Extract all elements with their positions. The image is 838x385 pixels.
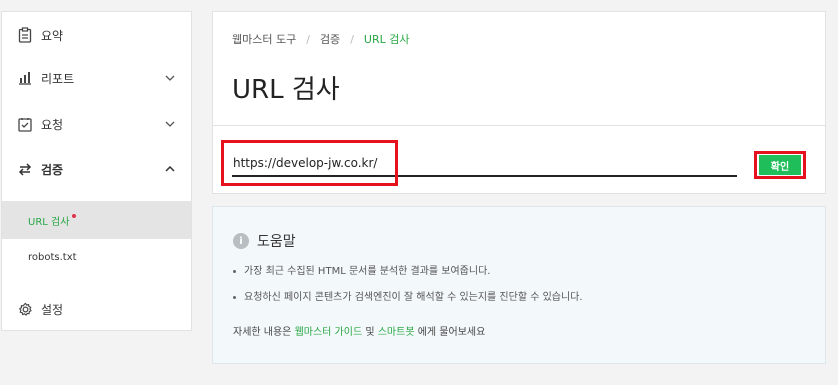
help-list: 가장 최근 수집된 HTML 문서를 분석한 결과를 보여줍니다. 요청하신 페… (233, 265, 583, 317)
help-list-item-text: 요청하신 페이지 콘텐츠가 검색엔진이 잘 해석할 수 있는지를 진단할 수 있… (244, 292, 583, 303)
help-footer-pre: 자세한 내용은 (233, 327, 295, 338)
sidebar-item-label: 검증 (41, 162, 64, 177)
sidebar-item-settings[interactable]: 설정 (2, 290, 191, 328)
sidebar-subitem-label: URL 검사 (28, 216, 70, 228)
sidebar-item-label: 요청 (41, 117, 64, 132)
chevron-down-icon (163, 71, 177, 85)
sidebar: 요약 리포트 요청 검증 URL 검사 robots.txt 설정 (1, 11, 192, 331)
sidebar-subitem-label: robots.txt (28, 251, 77, 263)
help-title: i 도움말 (233, 231, 296, 251)
bar-chart-icon (17, 70, 33, 86)
url-input-panel (212, 126, 826, 194)
sidebar-item-summary[interactable]: 요약 (2, 16, 191, 54)
sidebar-subitem-robots[interactable]: robots.txt (2, 238, 191, 276)
page-title: URL 검사 (232, 75, 340, 105)
chevron-up-icon (163, 162, 177, 176)
sidebar-subitem-url-inspect[interactable]: URL 검사 (2, 201, 191, 239)
chevron-down-icon (163, 117, 177, 131)
help-footer-mid: 및 (362, 327, 378, 338)
breadcrumb: 웹마스터 도구 / 검증 / URL 검사 (232, 31, 409, 47)
checkbox-icon (17, 116, 33, 132)
breadcrumb-separator: / (350, 32, 354, 46)
page-header: 웹마스터 도구 / 검증 / URL 검사 URL 검사 (212, 11, 826, 126)
url-input[interactable] (232, 151, 737, 177)
breadcrumb-item-current: URL 검사 (363, 33, 410, 46)
sidebar-item-label: 요약 (41, 28, 64, 43)
breadcrumb-item-verify[interactable]: 검증 (320, 31, 340, 47)
help-list-item-text: 가장 최근 수집된 HTML 문서를 분석한 결과를 보여줍니다. (244, 266, 491, 277)
breadcrumb-separator: / (306, 32, 310, 46)
bullet-dot (233, 296, 236, 299)
bullet-dot (233, 270, 236, 273)
sync-arrows-icon (17, 161, 33, 177)
help-footer: 자세한 내용은 웹마스터 가이드 및 스마트봇 에게 물어보세요 (233, 323, 485, 338)
help-panel: i 도움말 가장 최근 수집된 HTML 문서를 분석한 결과를 보여줍니다. … (212, 206, 826, 364)
sidebar-item-label: 설정 (41, 302, 64, 317)
help-list-item: 가장 최근 수집된 HTML 문서를 분석한 결과를 보여줍니다. (233, 265, 583, 278)
new-badge-dot (72, 214, 77, 218)
help-list-item: 요청하신 페이지 콘텐츠가 검색엔진이 잘 해석할 수 있는지를 진단할 수 있… (233, 291, 583, 304)
gear-icon (17, 301, 33, 317)
confirm-button[interactable]: 확인 (759, 155, 801, 175)
help-footer-post: 에게 물어보세요 (414, 327, 486, 338)
smartbot-link[interactable]: 스마트봇 (378, 327, 415, 338)
sidebar-item-verify[interactable]: 검증 (2, 150, 191, 188)
webmaster-guide-link[interactable]: 웹마스터 가이드 (295, 327, 363, 338)
breadcrumb-item-webmaster[interactable]: 웹마스터 도구 (232, 31, 296, 47)
sidebar-item-request[interactable]: 요청 (2, 105, 191, 143)
info-icon: i (233, 233, 249, 249)
clipboard-icon (17, 27, 33, 43)
help-title-text: 도움말 (257, 234, 296, 250)
sidebar-item-label: 리포트 (41, 71, 75, 86)
sidebar-item-report[interactable]: 리포트 (2, 59, 191, 97)
